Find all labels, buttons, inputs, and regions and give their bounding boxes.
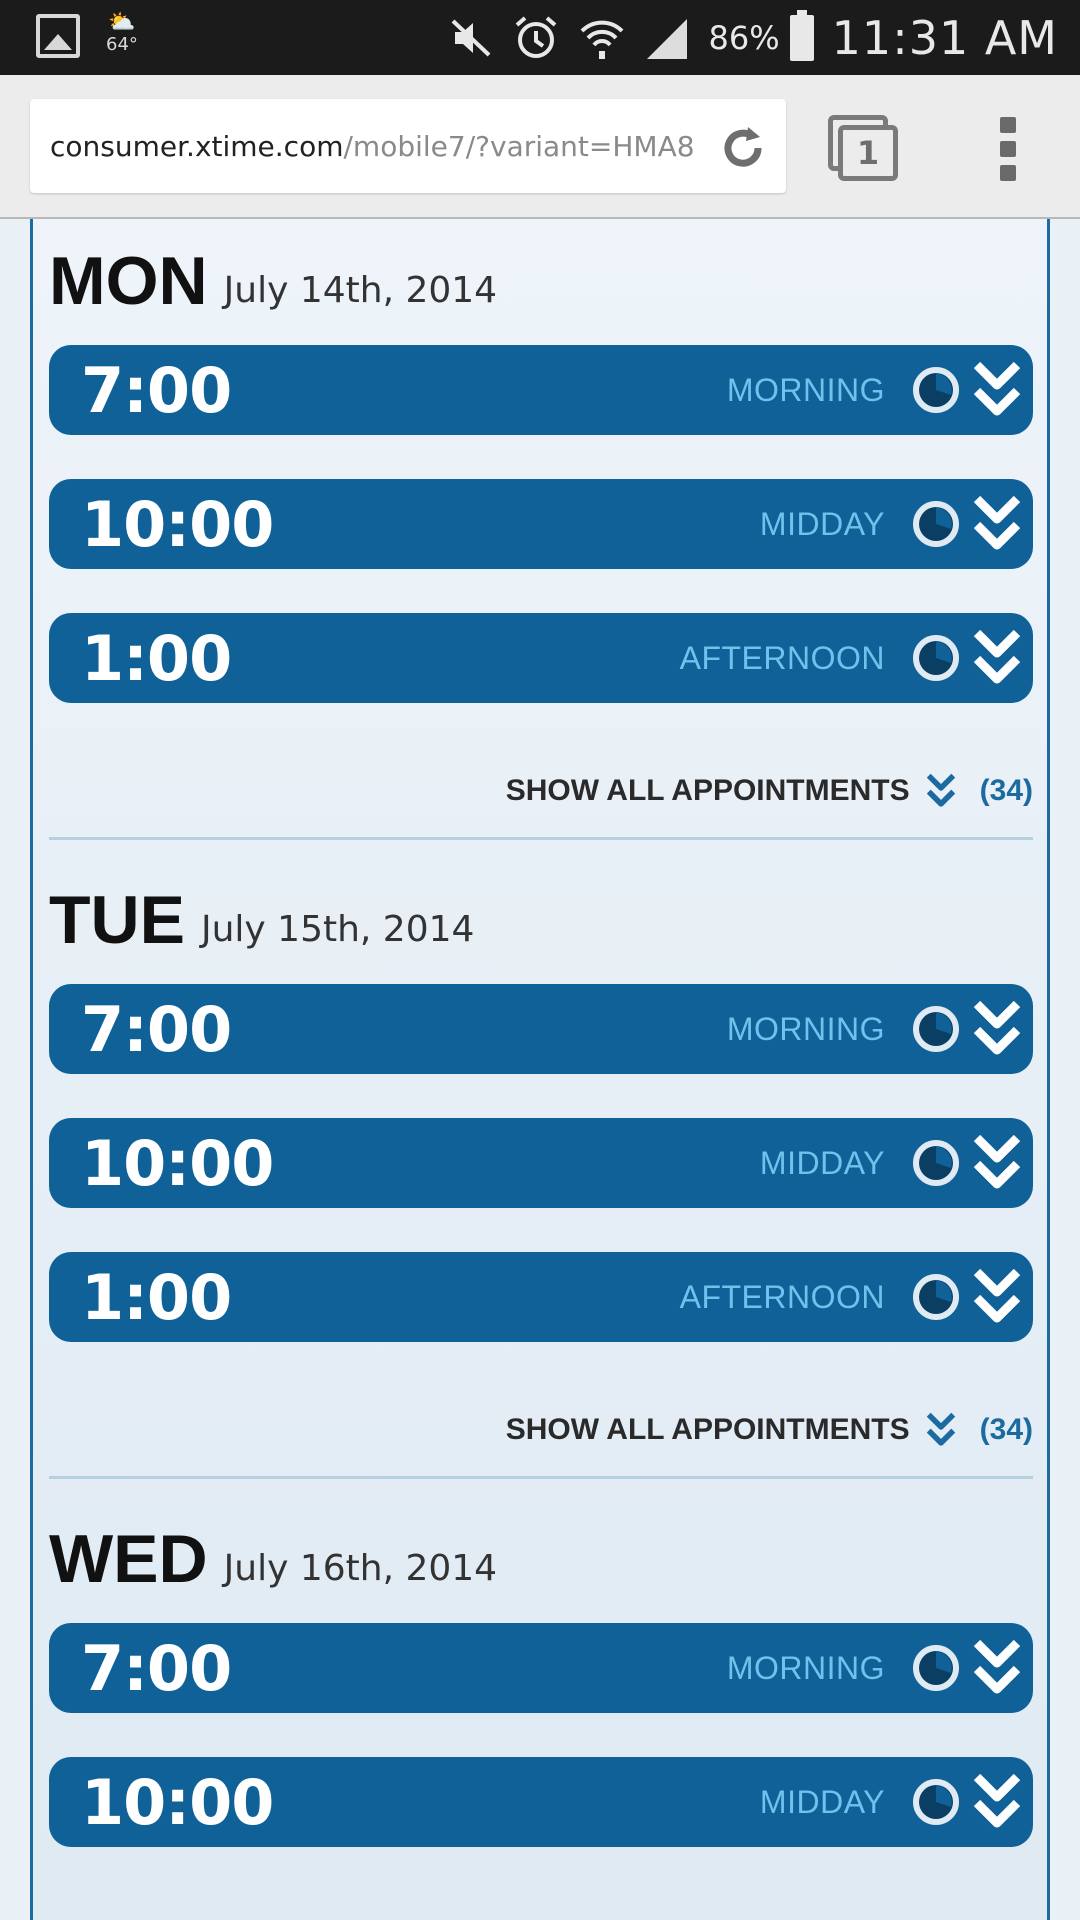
slot-time: 1:00: [81, 621, 232, 695]
slot-period-label: MORNING: [726, 1649, 885, 1686]
double-chevron-down-icon[interactable]: [973, 359, 1021, 421]
slot-time: 10:00: [81, 1126, 274, 1200]
appointment-count: (34): [979, 774, 1033, 807]
day-date: July 16th, 2014: [223, 1548, 498, 1589]
url-host: consumer.xtime.com: [50, 129, 344, 163]
day-section-wed: WED July 16th, 2014 7:00 MORNING 10:00 MIDDAY: [49, 1509, 1033, 1847]
alarm-icon: [511, 13, 561, 63]
gallery-notification-icon: [36, 14, 80, 58]
show-all-label: SHOW ALL APPOINTMENTS: [505, 1413, 910, 1446]
clock-icon: [911, 365, 961, 415]
clock-icon: [911, 1004, 961, 1054]
double-chevron-down-icon: [924, 1411, 958, 1449]
slot-time: 7:00: [81, 353, 232, 427]
url-path: /mobile7/?variant=HMA8: [343, 129, 695, 163]
clock-icon: [911, 1777, 961, 1827]
double-chevron-down-icon[interactable]: [973, 998, 1021, 1060]
time-slot-list: 7:00 MORNING 10:00 MIDDAY 1:00 AFTERNOON: [49, 345, 1033, 703]
slot-period-label: MIDDAY: [759, 505, 885, 542]
menu-dot-icon: [1000, 117, 1016, 133]
slot-period-label: MORNING: [726, 371, 885, 408]
day-header: WED July 16th, 2014: [49, 1509, 1033, 1599]
tab-switcher-button[interactable]: 1: [828, 115, 898, 181]
day-name: TUE: [49, 882, 185, 958]
show-all-appointments-link[interactable]: SHOW ALL APPOINTMENTS (34): [49, 1408, 1033, 1452]
slot-time: 10:00: [81, 487, 274, 561]
day-name: WED: [49, 1521, 208, 1597]
status-bar: ⛅ 64° 86% 11:31 AM: [0, 0, 1080, 75]
status-clock: 11:31 AM: [831, 10, 1058, 65]
clock-icon: [911, 499, 961, 549]
day-divider: [49, 837, 1033, 840]
time-slot-button[interactable]: 1:00 AFTERNOON: [49, 613, 1033, 703]
battery-icon: [789, 9, 814, 61]
slot-period-label: MIDDAY: [759, 1144, 885, 1181]
day-section-tue: TUE July 15th, 2014 7:00 MORNING 10:00 MIDDAY…: [49, 870, 1033, 1479]
double-chevron-down-icon[interactable]: [973, 1637, 1021, 1699]
signal-icon: [643, 15, 691, 61]
slot-time: 7:00: [81, 992, 232, 1066]
time-slot-button[interactable]: 7:00 MORNING: [49, 1623, 1033, 1713]
time-slot-button[interactable]: 7:00 MORNING: [49, 984, 1033, 1074]
partly-cloudy-icon: ⛅: [108, 10, 136, 35]
time-slot-button[interactable]: 7:00 MORNING: [49, 345, 1033, 435]
slot-time: 1:00: [81, 1260, 232, 1334]
double-chevron-down-icon[interactable]: [973, 1771, 1021, 1833]
battery-percent: 86%: [708, 18, 780, 57]
show-all-label: SHOW ALL APPOINTMENTS: [505, 774, 910, 807]
time-slot-button[interactable]: 10:00 MIDDAY: [49, 1757, 1033, 1847]
mute-icon: [447, 15, 493, 61]
status-right: 86% 11:31 AM: [447, 0, 1058, 75]
overflow-menu-button[interactable]: [996, 117, 1020, 181]
show-all-appointments-link[interactable]: SHOW ALL APPOINTMENTS (34): [49, 769, 1033, 813]
menu-dot-icon: [1000, 165, 1016, 181]
slot-period-label: MIDDAY: [759, 1783, 885, 1820]
clock-icon: [911, 1272, 961, 1322]
time-slot-button[interactable]: 10:00 MIDDAY: [49, 479, 1033, 569]
browser-toolbar: consumer.xtime.com/mobile7/?variant=HMA8…: [0, 75, 1080, 219]
day-divider: [49, 1476, 1033, 1479]
double-chevron-down-icon[interactable]: [973, 1132, 1021, 1194]
clock-icon: [911, 633, 961, 683]
reload-icon[interactable]: [718, 123, 768, 173]
appointment-count: (34): [979, 1413, 1033, 1446]
day-date: July 15th, 2014: [201, 909, 475, 950]
day-header: TUE July 15th, 2014: [49, 870, 1033, 960]
slot-period-label: AFTERNOON: [679, 639, 885, 676]
appointments-panel: MON July 14th, 2014 7:00 MORNING 10:00 MIDDAY…: [30, 219, 1050, 1920]
double-chevron-down-icon: [924, 772, 958, 810]
slot-time: 7:00: [81, 1631, 232, 1705]
menu-dot-icon: [1000, 141, 1016, 157]
clock-icon: [911, 1643, 961, 1693]
wifi-icon: [579, 15, 625, 61]
double-chevron-down-icon[interactable]: [973, 1266, 1021, 1328]
day-section-mon: MON July 14th, 2014 7:00 MORNING 10:00 MIDDAY…: [49, 231, 1033, 840]
time-slot-list: 7:00 MORNING 10:00 MIDDAY 1:00 AFTERNOON: [49, 984, 1033, 1342]
time-slot-list: 7:00 MORNING 10:00 MIDDAY: [49, 1623, 1033, 1847]
day-date: July 14th, 2014: [223, 270, 498, 311]
day-header: MON July 14th, 2014: [49, 231, 1033, 321]
weather-temperature: 64°: [106, 34, 138, 55]
url-bar[interactable]: consumer.xtime.com/mobile7/?variant=HMA8: [30, 99, 786, 193]
tab-count: 1: [838, 125, 898, 181]
day-name: MON: [49, 243, 208, 319]
weather-widget: ⛅ 64°: [106, 12, 138, 54]
status-left: ⛅ 64°: [36, 12, 138, 58]
double-chevron-down-icon[interactable]: [973, 493, 1021, 555]
slot-period-label: AFTERNOON: [679, 1278, 885, 1315]
double-chevron-down-icon[interactable]: [973, 627, 1021, 689]
time-slot-button[interactable]: 10:00 MIDDAY: [49, 1118, 1033, 1208]
slot-time: 10:00: [81, 1765, 274, 1839]
time-slot-button[interactable]: 1:00 AFTERNOON: [49, 1252, 1033, 1342]
clock-icon: [911, 1138, 961, 1188]
slot-period-label: MORNING: [726, 1010, 885, 1047]
